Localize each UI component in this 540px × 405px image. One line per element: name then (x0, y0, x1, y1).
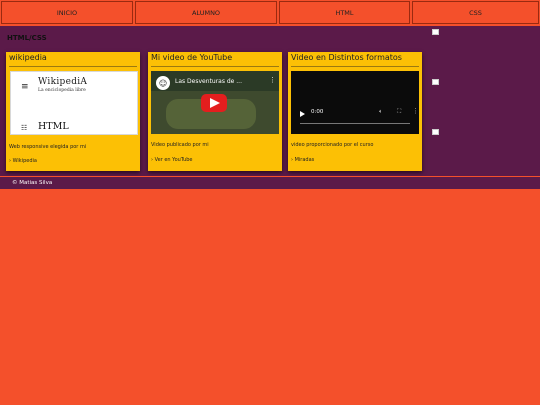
volume-icon[interactable]: 🔈︎ (379, 108, 383, 116)
card-description: Web responsive elegida por mi (9, 144, 87, 150)
play-icon[interactable] (300, 111, 305, 117)
card-youtube: Mi video de YouTube ☺ Las Desventuras de… (148, 52, 282, 171)
card-title: Mi video de YouTube (151, 53, 279, 67)
video-progress-bar[interactable] (300, 123, 410, 124)
wikipedia-logo: WikipediA (38, 77, 88, 87)
copyright-text: © Matias Silva (12, 180, 53, 186)
card-wikipedia: wikipedia ≡ WikipediA La enciclopedia li… (6, 52, 140, 171)
play-icon (210, 98, 220, 108)
wikipedia-link[interactable]: › Wikipedia (9, 158, 37, 164)
fullscreen-icon[interactable]: ⛶ (397, 108, 401, 116)
video-player[interactable]: 0:00 🔈︎ ⛶ ⋮ (291, 71, 419, 134)
top-nav: INICIO ALUMNO HTML CSS (0, 0, 540, 26)
wikipedia-tagline: La enciclopedia libre (38, 88, 86, 93)
broken-image-icon (432, 129, 439, 135)
youtube-embed[interactable]: ☺ Las Desventuras de ... ⋮ (151, 71, 279, 134)
more-options-icon[interactable]: ⋮ (412, 107, 419, 115)
youtube-link[interactable]: › Ver en YouTube (151, 157, 193, 163)
miradas-link[interactable]: › Miradas (291, 157, 314, 163)
card-description: video proporcionado por el curso (291, 142, 374, 148)
footer: © Matias Silva (0, 176, 540, 189)
youtube-video-title[interactable]: Las Desventuras de ... (175, 78, 242, 85)
broken-image-icon (432, 79, 439, 85)
nav-css-button[interactable]: CSS (412, 1, 539, 24)
card-description: Video publicado por mi (151, 142, 209, 148)
card-title: wikipedia (9, 53, 137, 67)
broken-image-icon (432, 29, 439, 35)
menu-icon: ≡ (21, 82, 29, 92)
nav-html-button[interactable]: HTML (279, 1, 410, 24)
card-title: Video en Distintos formatos (291, 53, 419, 67)
nav-inicio-button[interactable]: INICIO (1, 1, 133, 24)
card-video: Video en Distintos formatos 0:00 🔈︎ ⛶ ⋮ … (288, 52, 422, 171)
section-title: HTML/CSS (7, 34, 47, 42)
main-section: HTML/CSS wikipedia ≡ WikipediA La encicl… (0, 26, 540, 176)
nav-alumno-button[interactable]: ALUMNO (135, 1, 277, 24)
channel-avatar-icon[interactable]: ☺ (156, 76, 170, 90)
more-options-icon[interactable]: ⋮ (269, 76, 276, 84)
wikipedia-article-heading: HTML (38, 121, 69, 132)
list-icon: ☷ (21, 124, 28, 132)
video-time: 0:00 (311, 109, 324, 115)
wikipedia-preview-frame[interactable]: ≡ WikipediA La enciclopedia libre ☷ HTML (10, 71, 138, 135)
